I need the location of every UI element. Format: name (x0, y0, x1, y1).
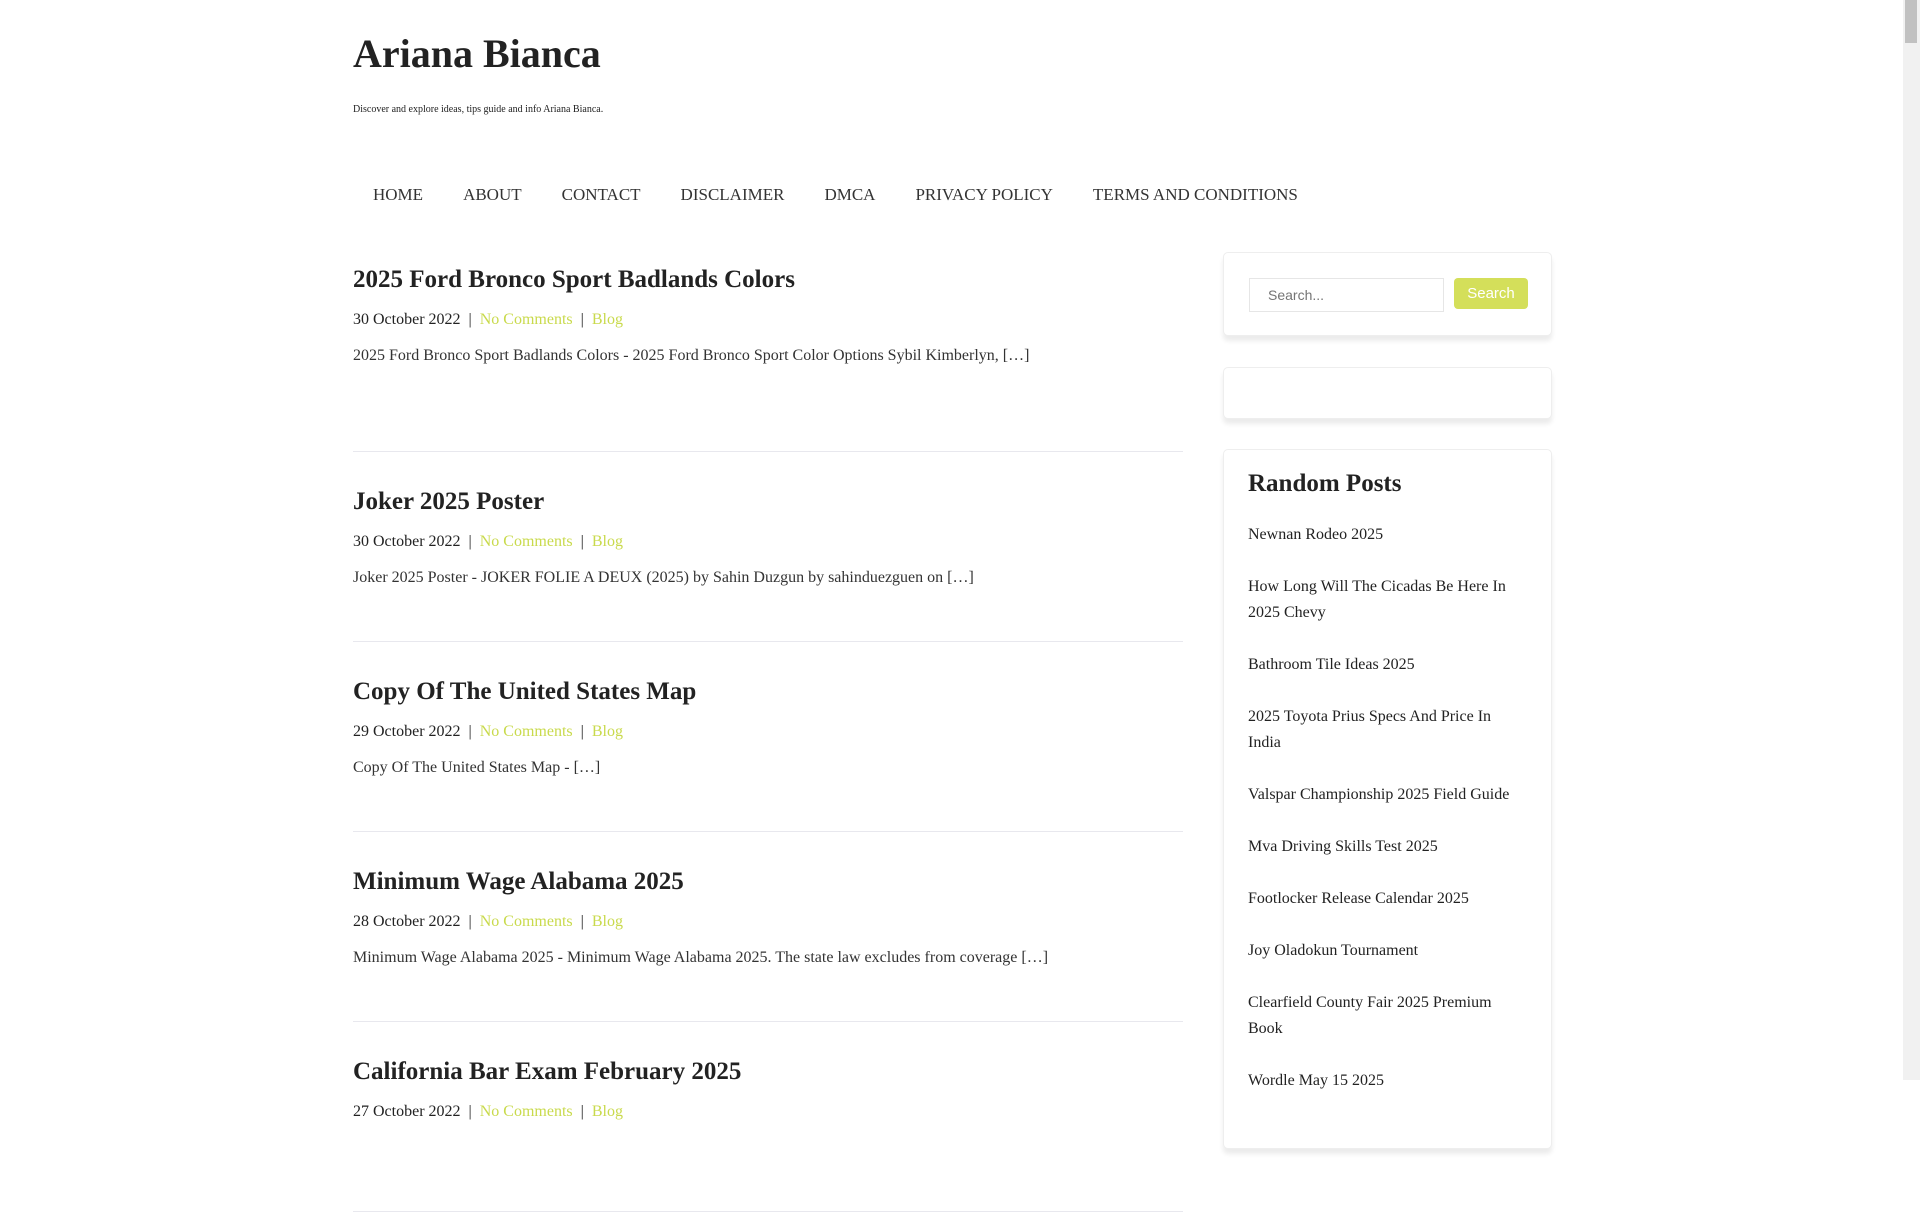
nav-terms[interactable]: TERMS AND CONDITIONS (1073, 185, 1318, 205)
post-list: 2025 Ford Bronco Sport Badlands Colors 3… (353, 262, 1183, 1212)
post-title[interactable]: Copy Of The United States Map (353, 676, 1183, 708)
meta-separator: | (580, 311, 584, 328)
post-date: 27 October 2022 (353, 1103, 461, 1120)
post-title[interactable]: California Bar Exam February 2025 (353, 1056, 1183, 1088)
random-posts-title: Random Posts (1248, 470, 1402, 497)
search-widget: Search (1223, 252, 1552, 336)
meta-separator: | (468, 723, 472, 740)
post-comments-link[interactable]: No Comments (480, 723, 573, 740)
empty-widget (1223, 367, 1552, 419)
main-nav: HOME ABOUT CONTACT DISCLAIMER DMCA PRIVA… (353, 185, 1318, 205)
post-item: Minimum Wage Alabama 2025 28 October 202… (353, 832, 1183, 1022)
site-tagline: Discover and explore ideas, tips guide a… (353, 104, 604, 115)
post-date: 30 October 2022 (353, 311, 461, 328)
random-post-link[interactable]: Clearfield County Fair 2025 Premium Book (1248, 990, 1527, 1042)
post-category-link[interactable]: Blog (592, 533, 623, 550)
post-title[interactable]: Minimum Wage Alabama 2025 (353, 866, 1183, 898)
random-posts-widget: Random Posts Newnan Rodeo 2025 How Long W… (1223, 449, 1552, 1149)
meta-separator: | (580, 913, 584, 930)
post-meta: 30 October 2022 | No Comments | Blog (353, 310, 1183, 330)
meta-separator: | (468, 913, 472, 930)
post-comments-link[interactable]: No Comments (480, 913, 573, 930)
random-post-link[interactable]: Footlocker Release Calendar 2025 (1248, 886, 1527, 912)
post-excerpt: Copy Of The United States Map - […] (353, 759, 601, 776)
post-comments-link[interactable]: No Comments (480, 533, 573, 550)
random-post-link[interactable]: Valspar Championship 2025 Field Guide (1248, 782, 1527, 808)
post-category-link[interactable]: Blog (592, 913, 623, 930)
post-item: California Bar Exam February 2025 27 Oct… (353, 1022, 1183, 1212)
nav-disclaimer[interactable]: DISCLAIMER (661, 185, 805, 205)
meta-separator: | (580, 723, 584, 740)
post-category-link[interactable]: Blog (592, 1103, 623, 1120)
scrollbar-thumb[interactable] (1905, 0, 1917, 43)
post-meta: 27 October 2022 | No Comments | Blog (353, 1102, 1183, 1122)
post-date: 30 October 2022 (353, 533, 461, 550)
post-item: 2025 Ford Bronco Sport Badlands Colors 3… (353, 262, 1183, 452)
post-title[interactable]: 2025 Ford Bronco Sport Badlands Colors (353, 264, 1183, 296)
post-date: 28 October 2022 (353, 913, 461, 930)
post-date: 29 October 2022 (353, 723, 461, 740)
search-input[interactable] (1249, 278, 1444, 312)
post-category-link[interactable]: Blog (592, 723, 623, 740)
post-excerpt: Minimum Wage Alabama 2025 - Minimum Wage… (353, 949, 1049, 966)
post-title[interactable]: Joker 2025 Poster (353, 486, 1183, 518)
post-meta: 30 October 2022 | No Comments | Blog (353, 532, 1183, 552)
post-excerpt: Joker 2025 Poster - JOKER FOLIE A DEUX (… (353, 569, 974, 586)
random-post-link[interactable]: Mva Driving Skills Test 2025 (1248, 834, 1527, 860)
nav-privacy-policy[interactable]: PRIVACY POLICY (895, 185, 1072, 205)
post-excerpt: 2025 Ford Bronco Sport Badlands Colors -… (353, 347, 1030, 364)
meta-separator: | (580, 533, 584, 550)
nav-dmca[interactable]: DMCA (804, 185, 895, 205)
post-category-link[interactable]: Blog (592, 311, 623, 328)
random-post-link[interactable]: 2025 Toyota Prius Specs And Price In Ind… (1248, 704, 1527, 756)
post-comments-link[interactable]: No Comments (480, 1103, 573, 1120)
post-item: Copy Of The United States Map 29 October… (353, 642, 1183, 832)
random-post-link[interactable]: Wordle May 15 2025 (1248, 1068, 1527, 1094)
nav-contact[interactable]: CONTACT (542, 185, 661, 205)
post-meta: 29 October 2022 | No Comments | Blog (353, 722, 1183, 742)
random-post-link[interactable]: How Long Will The Cicadas Be Here In 202… (1248, 574, 1527, 626)
search-button[interactable]: Search (1454, 278, 1528, 309)
meta-separator: | (468, 1103, 472, 1120)
random-post-link[interactable]: Joy Oladokun Tournament (1248, 938, 1527, 964)
meta-separator: | (468, 311, 472, 328)
scrollbar[interactable] (1903, 0, 1920, 1080)
meta-separator: | (580, 1103, 584, 1120)
site-title[interactable]: Ariana Bianca (353, 30, 601, 77)
post-item: Joker 2025 Poster 30 October 2022 | No Com… (353, 452, 1183, 642)
nav-about[interactable]: ABOUT (443, 185, 542, 205)
post-meta: 28 October 2022 | No Comments | Blog (353, 912, 1183, 932)
random-post-link[interactable]: Newnan Rodeo 2025 (1248, 522, 1527, 548)
nav-home[interactable]: HOME (353, 185, 443, 205)
post-comments-link[interactable]: No Comments (480, 311, 573, 328)
meta-separator: | (468, 533, 472, 550)
random-post-link[interactable]: Bathroom Tile Ideas 2025 (1248, 652, 1527, 678)
